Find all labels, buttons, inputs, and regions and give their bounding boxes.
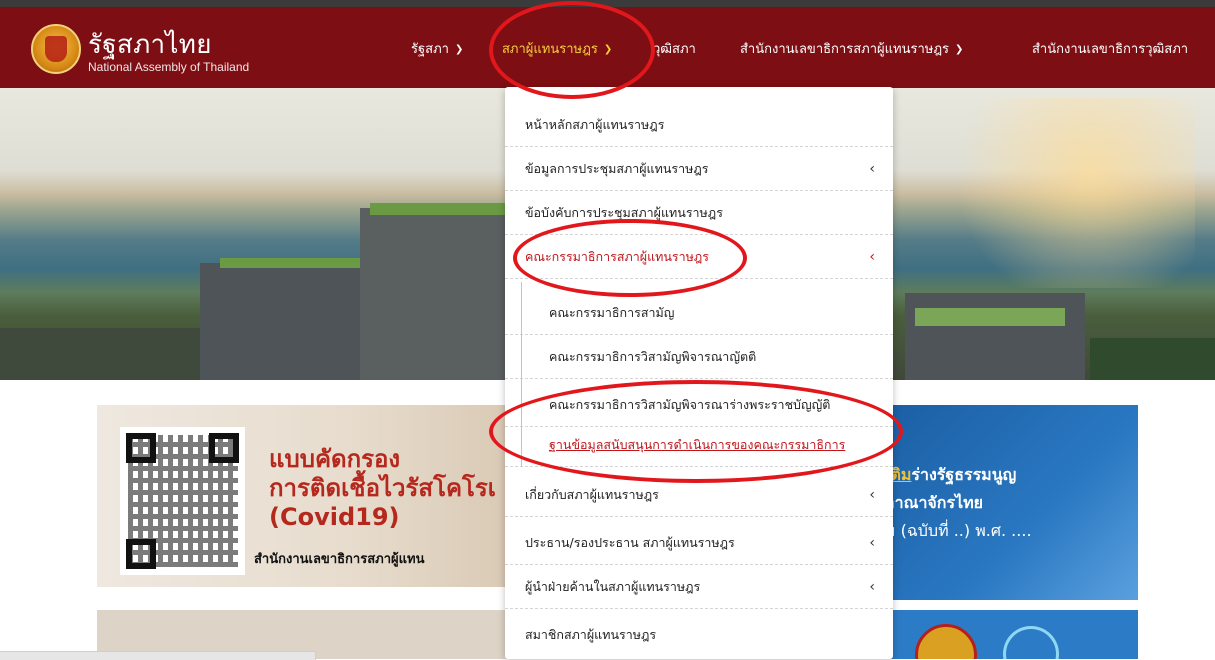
menu-item-meeting-regulations[interactable]: ข้อบังคับการประชุมสภาผู้แทนราษฎร [505,191,893,235]
nav-item-parliament[interactable]: รัฐสภา ❯ [411,38,463,59]
nav-item-senate[interactable]: วุฒิสภา [653,38,696,59]
parliament-seal-icon [915,624,977,659]
house-dropdown-menu: หน้าหลักสภาผู้แทนราษฎร ข้อมูลการประชุมสภ… [505,87,893,659]
constitution-amendment-banner[interactable]: เติมร่างรัฐธรรมนูญ อาณาจักรไทย ม (ฉบับที… [885,405,1138,600]
menu-item-label: ข้อมูลการประชุมสภาผู้แทนราษฎร [525,160,709,176]
menu-item-about-house[interactable]: เกี่ยวกับสภาผู้แทนราษฎร ‹ [505,473,893,517]
menu-item-label: คณะกรรมาธิการสามัญ [549,304,675,320]
chevron-left-icon: ‹ [869,486,875,503]
nav-item-house-of-representatives[interactable]: สภาผู้แทนราษฎร ❯ [502,38,612,59]
window-top-strip [0,0,1215,7]
nav-item-senate-secretariat[interactable]: สำนักงานเลขาธิการวุฒิสภา [1032,38,1188,59]
nav-item-label: สำนักงานเลขาธิการสภาผู้แทนราษฎร [740,42,950,57]
nav-item-label: วุฒิสภา [653,42,696,57]
menu-item-label: ประธาน/รองประธาน สภาผู้แทนราษฎร [525,534,735,550]
nav-item-label: สำนักงานเลขาธิการวุฒิสภา [1032,42,1189,57]
main-nav: รัฐสภา ❯ สภาผู้แทนราษฎร ❯ วุฒิสภา สำนักง… [0,38,1215,62]
chevron-left-icon: ‹ [869,248,875,265]
lower-right-banner[interactable] [885,610,1138,659]
chevron-left-icon: ‹ [869,160,875,177]
submenu-item-adhoc-bill-committees[interactable]: คณะกรรมาธิการวิสามัญพิจารณาร่างพระราชบัญ… [505,383,893,427]
menu-item-members[interactable]: สมาชิกสภาผู้แทนราษฎร [505,613,893,657]
covid-screening-banner[interactable]: แบบคัดกรอง การติดเชื้อไวรัสโคโรเ (Covid1… [97,405,518,587]
submenu-item-committee-support-database[interactable]: ฐานข้อมูลสนับสนุนการดำเนินการของคณะกรรมา… [505,423,893,467]
chevron-left-icon: ‹ [869,578,875,595]
submenu-indent-line [521,282,522,467]
chevron-down-icon: ❯ [603,44,613,55]
chevron-down-icon: ❯ [454,44,464,55]
menu-item-house-home[interactable]: หน้าหลักสภาผู้แทนราษฎร [505,103,893,147]
menu-item-house-committees[interactable]: คณะกรรมาธิการสภาผู้แทนราษฎร ‹ [505,235,893,279]
constitution-banner-line3: ม (ฉบับที่ ..) พ.ศ. .... [885,521,1032,540]
menu-item-opposition-leader[interactable]: ผู้นำฝ่ายค้านในสภาผู้แทนราษฎร ‹ [505,565,893,609]
menu-item-speaker[interactable]: ประธาน/รองประธาน สภาผู้แทนราษฎร ‹ [505,521,893,565]
nav-item-label: รัฐสภา [411,42,449,57]
submenu-item-adhoc-motion-committees[interactable]: คณะกรรมาธิการวิสามัญพิจารณาญัตติ [505,335,893,379]
chevron-down-icon: ❯ [955,44,964,55]
site-title-english[interactable]: National Assembly of Thailand [88,60,249,74]
covid-banner-footer: สำนักงานเลขาธิการสภาผู้แทน [254,552,425,567]
chevron-left-icon: ‹ [869,534,875,551]
nav-item-house-secretariat[interactable]: สำนักงานเลขาธิการสภาผู้แทนราษฎร ❯ [740,38,963,59]
menu-item-label: ฐานข้อมูลสนับสนุนการดำเนินการของคณะกรรมา… [549,436,846,452]
constitution-banner-line1: เติมร่างรัฐธรรมนูญ [885,465,1017,484]
menu-item-label: ข้อบังคับการประชุมสภาผู้แทนราษฎร [525,204,723,220]
menu-item-label: สมาชิกสภาผู้แทนราษฎร [525,627,657,642]
menu-item-meeting-info[interactable]: ข้อมูลการประชุมสภาผู้แทนราษฎร ‹ [505,147,893,191]
constitution-banner-line2: อาณาจักรไทย [885,493,984,512]
nav-item-label: สภาผู้แทนราษฎร [502,42,598,57]
menu-item-label: หน้าหลักสภาผู้แทนราษฎร [525,116,665,132]
menu-item-label: คณะกรรมาธิการวิสามัญพิจารณาร่างพระราชบัญ… [549,396,831,412]
menu-item-label: ผู้นำฝ่ายค้านในสภาผู้แทนราษฎร [525,578,701,594]
qr-code-icon [120,427,245,575]
menu-item-label: คณะกรรมาธิการวิสามัญพิจารณาญัตติ [549,348,757,364]
laurel-icon [1003,626,1059,659]
covid-banner-heading: แบบคัดกรอง การติดเชื้อไวรัสโคโรเ (Covid1… [269,445,496,531]
menu-item-label: เกี่ยวกับสภาผู้แทนราษฎร [525,486,659,502]
menu-item-label: คณะกรรมาธิการสภาผู้แทนราษฎร [525,248,709,264]
submenu-item-standing-committees[interactable]: คณะกรรมาธิการสามัญ [505,291,893,335]
